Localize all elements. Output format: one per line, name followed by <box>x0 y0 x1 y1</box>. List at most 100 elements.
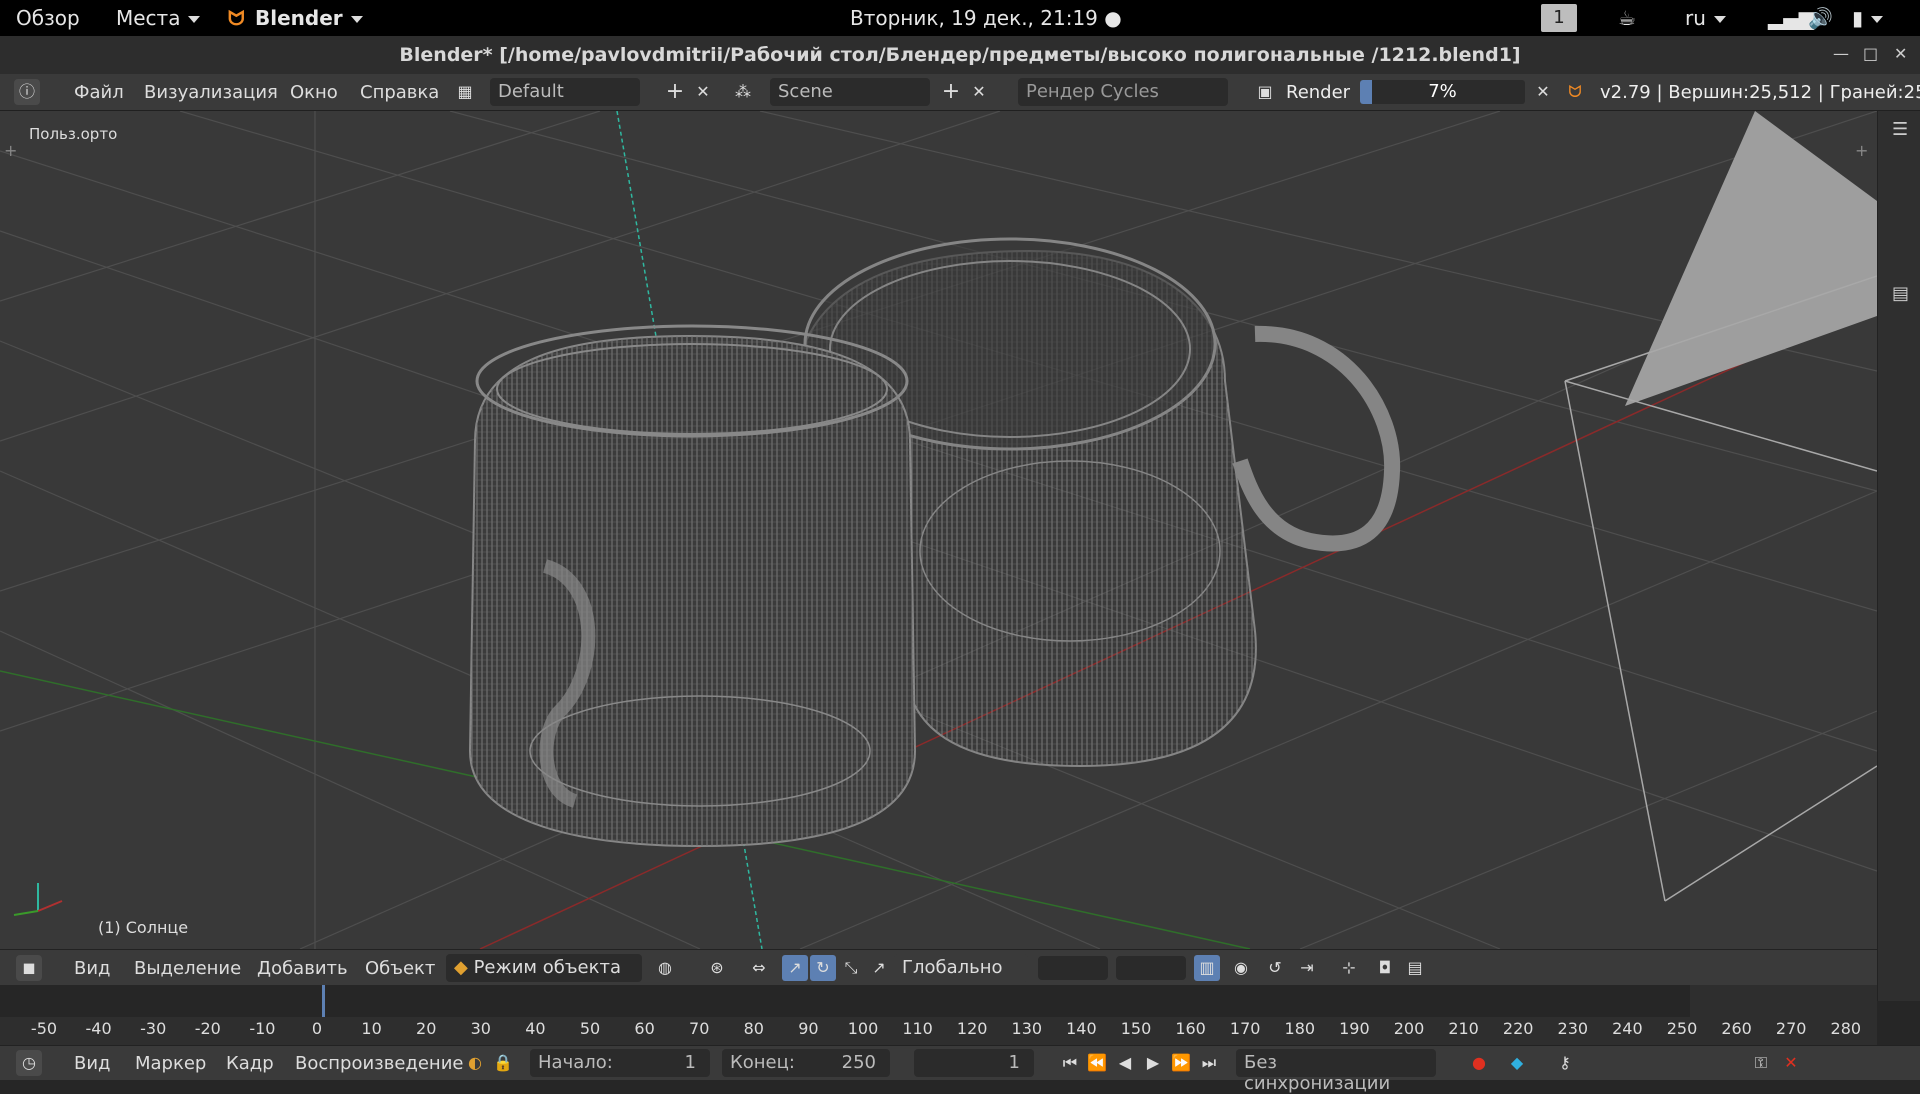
cancel-render-icon[interactable]: ✕ <box>1530 79 1556 105</box>
timeline-tick-label: 210 <box>1448 1019 1479 1038</box>
mode-select[interactable]: ◆ Режим объекта <box>446 954 642 982</box>
remove-scene-icon[interactable]: ✕ <box>966 79 992 105</box>
render-engine-select[interactable]: Рендер Cycles <box>1018 78 1228 106</box>
chevron-down-icon <box>1713 16 1726 23</box>
maximize-icon[interactable]: □ <box>1863 44 1878 63</box>
layers-group-1[interactable] <box>1038 956 1108 980</box>
add-layout-icon[interactable]: + <box>662 79 688 105</box>
properties-icon[interactable]: ▤ <box>1892 283 1909 304</box>
timeline-tick-label: 160 <box>1175 1019 1206 1038</box>
play-reverse-icon[interactable]: ◀ <box>1112 1050 1138 1076</box>
coffee-cup-icon[interactable]: ☕ <box>1618 6 1636 30</box>
jump-start-icon[interactable]: ⏮ <box>1057 1050 1083 1076</box>
current-frame-marker[interactable] <box>322 985 325 1017</box>
info-header: ⓘ Файл Визуализация Окно Справка ▦ Defau… <box>0 74 1920 111</box>
volume-icon[interactable]: 🔊 <box>1808 6 1833 30</box>
menu-frame[interactable]: Кадр <box>226 1053 274 1074</box>
close-icon[interactable]: ✕ <box>1894 44 1907 63</box>
toolshelf-toggle-icon[interactable]: + <box>4 141 17 160</box>
end-frame-field[interactable]: Конец: 250 <box>722 1049 890 1077</box>
menu-view-timeline[interactable]: Вид <box>74 1053 111 1074</box>
timeline-tick-label: 90 <box>798 1019 819 1038</box>
scene-icon[interactable]: ⁂ <box>730 79 756 105</box>
editor-type-3d-icon[interactable]: ◼ <box>16 955 42 981</box>
start-frame-field[interactable]: Начало: 1 <box>530 1049 710 1077</box>
notification-dot-icon: ● <box>1104 6 1122 30</box>
current-frame-field[interactable]: 1 <box>914 1049 1034 1077</box>
remove-layout-icon[interactable]: ✕ <box>690 79 716 105</box>
app-menu[interactable]: ᗢ Blender <box>228 6 363 30</box>
screen-layout-field[interactable]: Default <box>490 78 640 106</box>
power-menu[interactable]: ▮ <box>1852 6 1884 30</box>
active-object-label: (1) Солнце <box>98 918 189 937</box>
scene-field[interactable]: Scene <box>770 78 930 106</box>
places-menu[interactable]: Места <box>116 6 201 30</box>
timeline-area[interactable]: -50 -40 -30 -20 -10 0 10 20 30 40 50 60 70 80 90 100 110… <box>0 985 1877 1045</box>
proportional-edit-icon[interactable]: ◉ <box>1228 955 1254 981</box>
screen-layout-icon[interactable]: ▦ <box>452 79 478 105</box>
menu-file[interactable]: Файл <box>74 82 124 103</box>
end-frame-value: 250 <box>841 1052 876 1073</box>
menu-window[interactable]: Окно <box>290 82 338 103</box>
viewport-shading-icon[interactable]: ◍ <box>652 955 678 981</box>
timeline-tick-label: 100 <box>847 1019 879 1038</box>
language-menu[interactable]: ru <box>1685 6 1726 30</box>
keyframe-type-icon[interactable]: ◆ <box>1504 1050 1530 1076</box>
menu-object[interactable]: Объект <box>365 958 435 979</box>
current-frame-value: 1 <box>1008 1052 1020 1073</box>
menu-render[interactable]: Визуализация <box>144 82 278 103</box>
record-keyframe-icon[interactable]: ● <box>1466 1050 1492 1076</box>
snap-element-icon[interactable]: ⇥ <box>1294 955 1320 981</box>
outliner-panel-edge[interactable]: ☰ ▤ <box>1877 111 1920 1001</box>
orientation-select[interactable]: Глобально <box>894 954 1028 982</box>
insert-keyframe-icon[interactable]: ⚿ <box>1748 1050 1774 1076</box>
transform-orientation-icon[interactable]: ↗ <box>866 955 892 981</box>
timeline-tick-label: -30 <box>140 1019 167 1038</box>
jump-next-keyframe-icon[interactable]: ⏩ <box>1168 1050 1194 1076</box>
jump-end-icon[interactable]: ⏭ <box>1196 1050 1222 1076</box>
chevron-down-icon <box>188 16 201 23</box>
lock-icon[interactable]: 🔒 <box>490 1050 516 1076</box>
window-titlebar[interactable]: Blender* [/home/pavlovdmitrii/Рабочий ст… <box>0 36 1920 75</box>
translate-manipulator-icon[interactable]: ↗ <box>782 955 808 981</box>
menu-select[interactable]: Выделение <box>134 958 241 979</box>
render-animation-icon[interactable]: ▤ <box>1402 955 1428 981</box>
rotate-manipulator-icon[interactable]: ↻ <box>810 955 836 981</box>
timeline-tick-label: 80 <box>743 1019 764 1038</box>
timeline-tick-label: 180 <box>1284 1019 1316 1038</box>
menu-add[interactable]: Добавить <box>257 958 348 979</box>
play-icon[interactable]: ▶ <box>1140 1050 1166 1076</box>
pivot-point-icon[interactable]: ⊛ <box>704 955 730 981</box>
scale-manipulator-icon[interactable]: ⤡ <box>838 955 864 981</box>
layers-group-2[interactable] <box>1116 956 1186 980</box>
manipulator-toggle-icon[interactable]: ⇔ <box>746 955 772 981</box>
keying-set-pick-icon[interactable]: ⚷ <box>1552 1050 1578 1076</box>
outliner-icon[interactable]: ☰ <box>1892 119 1908 140</box>
menu-marker[interactable]: Маркер <box>135 1053 206 1074</box>
lock-camera-icon[interactable]: ▥ <box>1194 955 1220 981</box>
timeline-tick-label: 120 <box>956 1019 988 1038</box>
blender-logo-icon: ᗢ <box>228 6 245 30</box>
keying-set-icon[interactable]: ◐ <box>462 1050 488 1076</box>
snap-target-icon[interactable]: ⊹ <box>1336 955 1362 981</box>
add-scene-icon[interactable]: + <box>938 79 964 105</box>
mode-label: Режим объекта <box>473 957 622 978</box>
properties-toggle-icon[interactable]: + <box>1855 141 1868 160</box>
editor-type-timeline-icon[interactable]: ◷ <box>16 1050 42 1076</box>
chevron-down-icon <box>1871 16 1884 23</box>
sync-mode-select[interactable]: Без синхронизации <box>1236 1049 1436 1094</box>
end-frame-label: Конец: <box>730 1052 795 1073</box>
menu-help[interactable]: Справка <box>360 82 439 103</box>
minimize-icon[interactable]: — <box>1833 44 1849 63</box>
activities-button[interactable]: Обзор <box>16 6 80 30</box>
3d-viewport[interactable]: Польз.орто + + (1) Солнце <box>0 111 1877 949</box>
menu-view[interactable]: Вид <box>74 958 111 979</box>
snap-toggle-icon[interactable]: ↺ <box>1262 955 1288 981</box>
clock[interactable]: Вторник, 19 дек., 21:19 ● <box>850 6 1122 30</box>
jump-prev-keyframe-icon[interactable]: ⏪ <box>1084 1050 1110 1076</box>
menu-playback[interactable]: Воспроизведение <box>295 1053 463 1074</box>
render-opengl-icon[interactable]: ◘ <box>1372 955 1398 981</box>
editor-type-info-icon[interactable]: ⓘ <box>14 79 40 105</box>
workspace-indicator[interactable]: 1 <box>1541 4 1577 32</box>
delete-keyframe-icon[interactable]: ✕ <box>1778 1050 1804 1076</box>
